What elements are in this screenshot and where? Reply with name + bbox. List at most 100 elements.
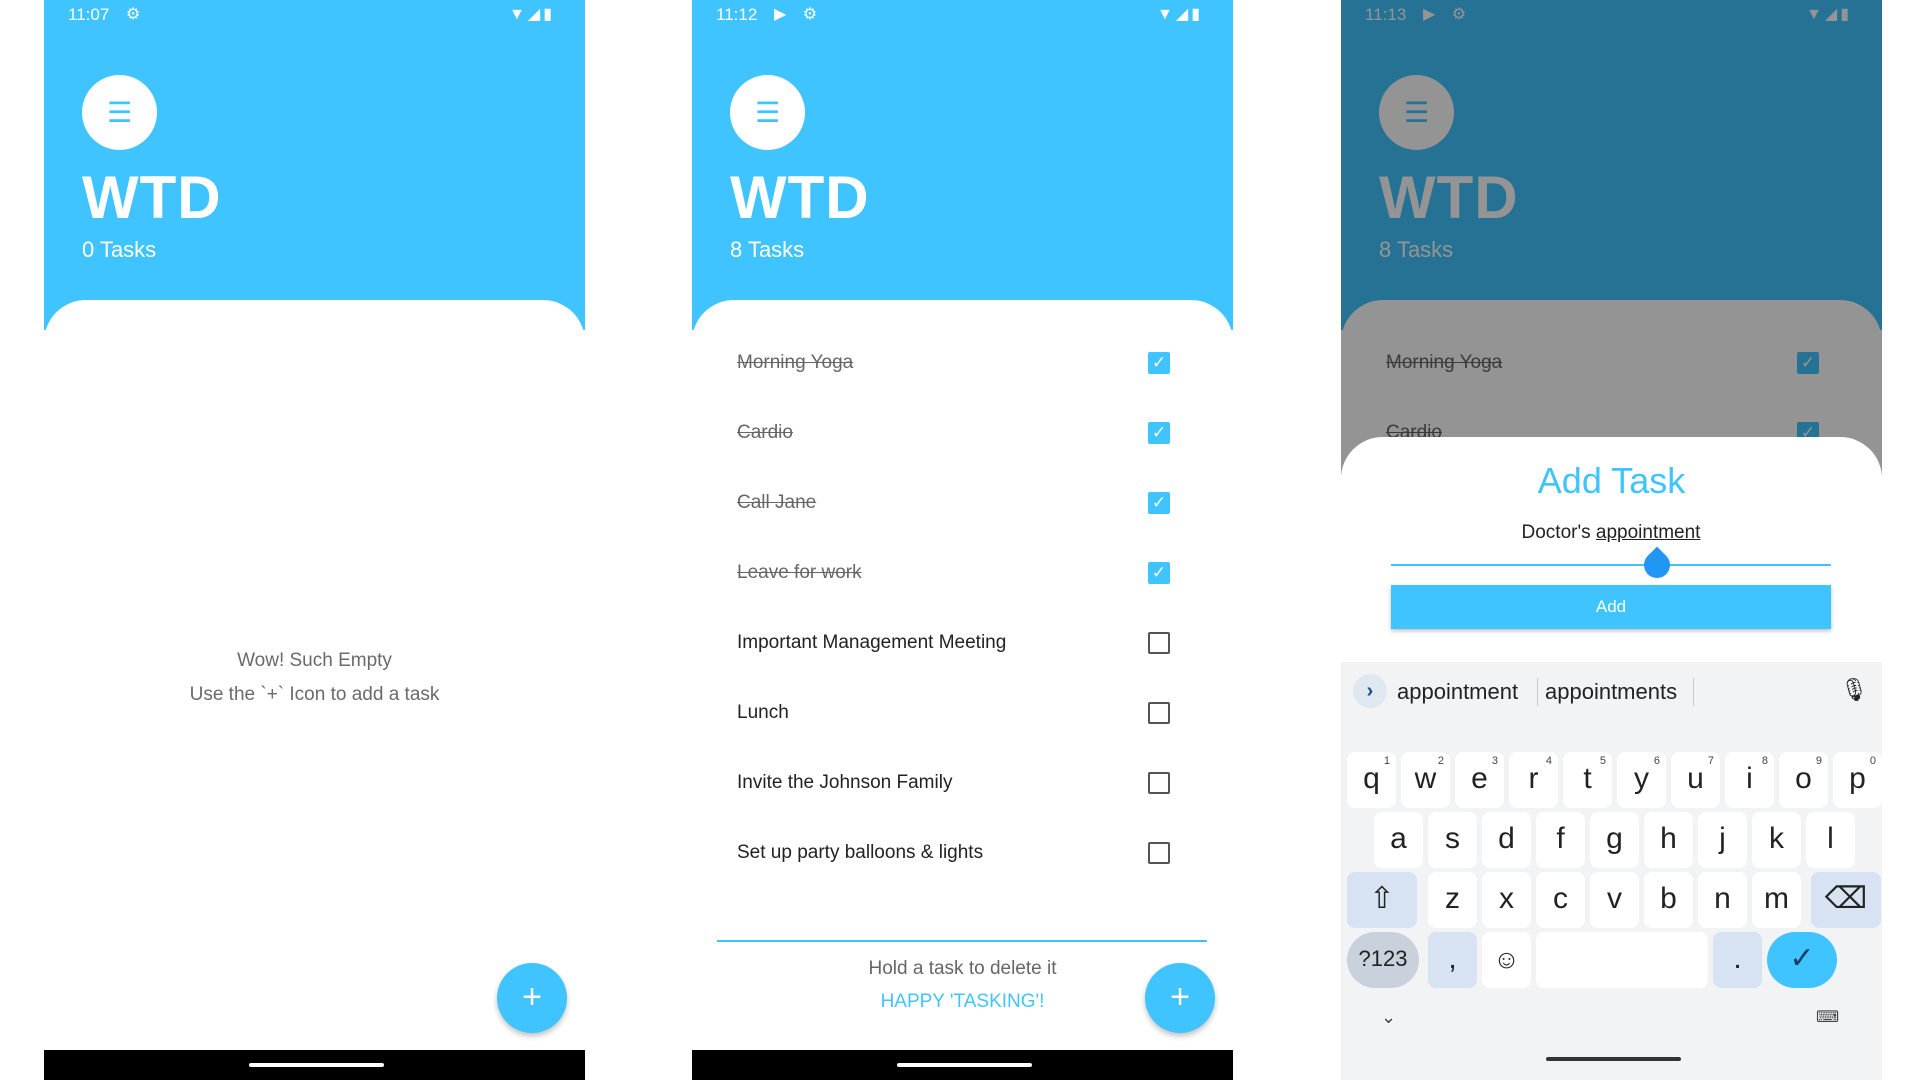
task-row[interactable]: Leave for work ✓ (692, 540, 1233, 610)
letter-key[interactable]: x (1482, 872, 1531, 928)
letter-key[interactable]: o9 (1779, 752, 1828, 808)
space-key[interactable] (1536, 932, 1708, 988)
status-time: 11:12 (716, 5, 758, 24)
comma-key[interactable]: , (1428, 932, 1477, 988)
app-title: WTD (82, 164, 222, 231)
status-icons: ⚙ (126, 6, 147, 23)
letter-key[interactable]: b (1644, 872, 1693, 928)
screen-empty: 11:07 ⚙ ▼◢▮ ☰ WTD 0 Tasks Wow! Such Empt… (44, 0, 585, 1080)
add-task-button[interactable]: + (1145, 963, 1215, 1033)
letter-key[interactable]: g (1590, 812, 1639, 868)
letter-key[interactable]: u7 (1671, 752, 1720, 808)
key-label: a (1390, 822, 1407, 855)
letter-key[interactable]: e3 (1455, 752, 1504, 808)
task-count: 8 Tasks (730, 237, 805, 262)
period-key[interactable]: . (1713, 932, 1762, 988)
task-checkbox[interactable] (1148, 772, 1170, 794)
letter-key[interactable]: p0 (1833, 752, 1882, 808)
chevron-down-icon[interactable]: ⌄ (1381, 1007, 1396, 1028)
task-row[interactable]: Call Jane ✓ (692, 470, 1233, 540)
letter-key[interactable]: a (1374, 812, 1423, 868)
letter-key[interactable]: s (1428, 812, 1477, 868)
signal-battery-icon: ▼◢▮ (1157, 6, 1203, 23)
status-time: 11:07 (68, 5, 110, 24)
letter-key[interactable]: f (1536, 812, 1585, 868)
key-label: j (1719, 822, 1726, 855)
letter-key[interactable]: k (1752, 812, 1801, 868)
task-name-input[interactable]: Doctor's appointment (1391, 522, 1831, 544)
task-row[interactable]: Cardio ✓ (692, 400, 1233, 470)
key-number-hint: 2 (1437, 755, 1444, 767)
task-checkbox[interactable]: ✓ (1148, 492, 1170, 514)
letter-key[interactable]: r4 (1509, 752, 1558, 808)
letter-key[interactable]: l (1806, 812, 1855, 868)
backspace-key[interactable]: ⌫ (1811, 872, 1881, 928)
task-row[interactable]: Set up party balloons & lights (692, 820, 1233, 890)
task-checkbox[interactable] (1148, 632, 1170, 654)
add-task-sheet: Add Task Doctor's appointment Add › appo… (1341, 437, 1882, 1080)
letter-key[interactable]: c (1536, 872, 1585, 928)
home-handle[interactable] (897, 1063, 1032, 1067)
add-button[interactable]: Add (1391, 585, 1831, 629)
task-label: Leave for work (737, 562, 862, 583)
letter-key[interactable]: m (1752, 872, 1801, 928)
key-label: x (1499, 882, 1514, 915)
empty-message: Wow! Such Empty (237, 650, 392, 671)
task-row[interactable]: Important Management Meeting (692, 610, 1233, 680)
task-checkbox[interactable] (1148, 702, 1170, 724)
letter-key[interactable]: j (1698, 812, 1747, 868)
letter-key[interactable]: w2 (1401, 752, 1450, 808)
chevron-right-icon[interactable]: › (1353, 674, 1387, 708)
home-handle[interactable] (249, 1063, 384, 1067)
task-checkbox[interactable]: ✓ (1148, 422, 1170, 444)
key-number-hint: 8 (1761, 755, 1768, 767)
letter-key[interactable]: i8 (1725, 752, 1774, 808)
letter-key[interactable]: y6 (1617, 752, 1666, 808)
task-label: Call Jane (737, 492, 817, 513)
key-number-hint: 6 (1653, 755, 1660, 767)
enter-key[interactable]: ✓ (1767, 932, 1837, 988)
suggestion-divider (1537, 678, 1538, 706)
letter-key[interactable]: v (1590, 872, 1639, 928)
screen-add-task: 11:13 ▶ ⚙ ▼◢▮ ☰ WTD 8 Tasks Morning Yoga… (1341, 0, 1882, 1080)
suggestion-1[interactable]: appointment (1397, 679, 1518, 705)
key-number-hint: 0 (1869, 755, 1876, 767)
key-label: i (1746, 762, 1753, 795)
key-label: v (1607, 882, 1622, 915)
letter-key[interactable]: z (1428, 872, 1477, 928)
key-label: s (1445, 822, 1460, 855)
text-cursor-handle[interactable] (1638, 546, 1676, 584)
key-label: h (1660, 822, 1677, 855)
home-handle[interactable] (1546, 1057, 1681, 1061)
letter-key[interactable]: t5 (1563, 752, 1612, 808)
letter-key[interactable]: q1 (1347, 752, 1396, 808)
status-bar: 11:12 ▶ ⚙ ▼◢▮ (692, 0, 1233, 30)
task-label: Lunch (737, 702, 789, 723)
symbols-key[interactable]: ?123 (1347, 932, 1419, 988)
suggestion-2[interactable]: appointments (1545, 679, 1677, 705)
key-number-hint: 9 (1815, 755, 1822, 767)
emoji-key[interactable]: ☺ (1482, 932, 1531, 988)
key-number-hint: 7 (1707, 755, 1714, 767)
key-label: c (1553, 882, 1568, 915)
list-icon: ☰ (730, 75, 805, 150)
task-row[interactable]: Invite the Johnson Family (692, 750, 1233, 820)
key-label: l (1827, 822, 1834, 855)
key-number-hint: 4 (1545, 755, 1552, 767)
task-row[interactable]: Morning Yoga ✓ (692, 330, 1233, 400)
key-label: r (1528, 762, 1539, 795)
microphone-icon[interactable]: 🎙 (1840, 677, 1868, 703)
task-checkbox[interactable] (1148, 842, 1170, 864)
shift-key[interactable]: ⇧ (1347, 872, 1417, 928)
letter-key[interactable]: d (1482, 812, 1531, 868)
task-checkbox[interactable]: ✓ (1148, 352, 1170, 374)
add-task-button[interactable]: + (497, 963, 567, 1033)
letter-key[interactable]: h (1644, 812, 1693, 868)
task-label: Set up party balloons & lights (737, 842, 984, 863)
task-checkbox[interactable]: ✓ (1148, 562, 1170, 584)
suggestion-strip: › appointment appointments 🎙 (1341, 662, 1882, 722)
keyboard-icon[interactable]: ⌨ (1816, 1007, 1839, 1027)
task-list: Morning Yoga ✓ Cardio ✓ Call Jane ✓ Leave for … (692, 330, 1233, 890)
letter-key[interactable]: n (1698, 872, 1747, 928)
task-row[interactable]: Lunch (692, 680, 1233, 750)
